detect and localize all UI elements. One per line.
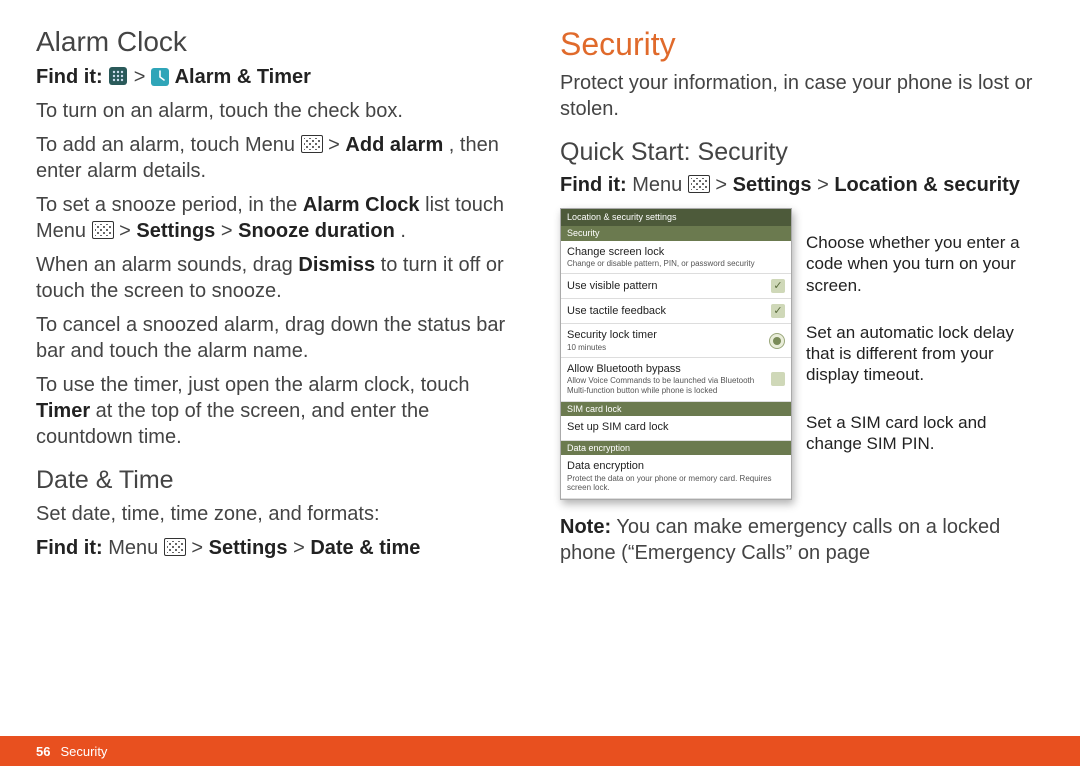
menu-icon bbox=[92, 221, 114, 239]
heading-quick-start: Quick Start: Security bbox=[560, 136, 1044, 169]
checkbox-icon[interactable] bbox=[771, 304, 785, 318]
para-dismiss: When an alarm sounds, drag Dismiss to tu… bbox=[36, 252, 520, 304]
phone-setting-item[interactable]: Use visible pattern bbox=[561, 274, 791, 299]
findit-label: Find it: bbox=[36, 66, 103, 88]
phone-section-header: SIM card lock bbox=[561, 402, 791, 417]
menu-icon bbox=[301, 135, 323, 153]
callouts: Choose whether you enter a code when you… bbox=[806, 208, 1044, 454]
para-turn-on: To turn on an alarm, touch the check box… bbox=[36, 98, 520, 124]
phone-setting-item[interactable]: Data encryptionProtect the data on your … bbox=[561, 455, 791, 498]
phone-titlebar: Location & security settings bbox=[561, 209, 791, 226]
footer-section: Security bbox=[60, 744, 107, 759]
clock-app-icon bbox=[151, 68, 169, 86]
para-timer: To use the timer, just open the alarm cl… bbox=[36, 372, 520, 450]
phone-setting-item[interactable]: Set up SIM card lock bbox=[561, 416, 791, 440]
heading-date-time: Date & Time bbox=[36, 464, 520, 497]
phone-setting-item[interactable]: Allow Bluetooth bypassAllow Voice Comman… bbox=[561, 358, 791, 401]
callout-text: Set a SIM card lock and change SIM PIN. bbox=[806, 412, 1044, 455]
phone-mockup: Location & security settingsSecurityChan… bbox=[560, 208, 792, 500]
phone-setting-item[interactable]: Change screen lockChange or disable patt… bbox=[561, 241, 791, 275]
para-add-alarm: To add an alarm, touch Menu > Add alarm … bbox=[36, 132, 520, 184]
para-date-intro: Set date, time, time zone, and formats: bbox=[36, 501, 520, 527]
left-column: Alarm Clock Find it: > Alarm & Timer To … bbox=[36, 24, 520, 726]
page-number: 56 bbox=[36, 744, 50, 759]
checkbox-icon[interactable] bbox=[771, 372, 785, 386]
findit-alarm: Find it: > Alarm & Timer bbox=[36, 64, 520, 90]
phone-setting-item[interactable]: Security lock timer10 minutes bbox=[561, 324, 791, 358]
phone-section-header: Security bbox=[561, 226, 791, 241]
callout-text: Choose whether you enter a code when you… bbox=[806, 232, 1044, 296]
phone-section-header: Data encryption bbox=[561, 441, 791, 456]
phone-setting-item[interactable]: Use tactile feedback bbox=[561, 299, 791, 324]
callout-text: Set an automatic lock delay that is diff… bbox=[806, 322, 1044, 386]
checkbox-icon[interactable] bbox=[771, 279, 785, 293]
note: Note: You can make emergency calls on a … bbox=[560, 514, 1044, 566]
findit-date: Find it: Menu > Settings > Date & time bbox=[36, 535, 520, 561]
heading-alarm-clock: Alarm Clock bbox=[36, 24, 520, 60]
heading-security: Security bbox=[560, 24, 1044, 66]
para-cancel: To cancel a snoozed alarm, drag down the… bbox=[36, 312, 520, 364]
launcher-icon bbox=[108, 66, 128, 86]
right-column: Security Protect your information, in ca… bbox=[560, 24, 1044, 726]
page-footer: 56 Security bbox=[0, 736, 1080, 766]
findit-security: Find it: Menu > Settings > Location & se… bbox=[560, 172, 1044, 198]
para-sec-intro: Protect your information, in case your p… bbox=[560, 70, 1044, 122]
radio-icon[interactable] bbox=[769, 333, 785, 349]
menu-icon bbox=[164, 538, 186, 556]
menu-icon bbox=[688, 175, 710, 193]
findit-alarm-path: Alarm & Timer bbox=[175, 66, 311, 88]
para-snooze: To set a snooze period, in the Alarm Clo… bbox=[36, 192, 520, 244]
